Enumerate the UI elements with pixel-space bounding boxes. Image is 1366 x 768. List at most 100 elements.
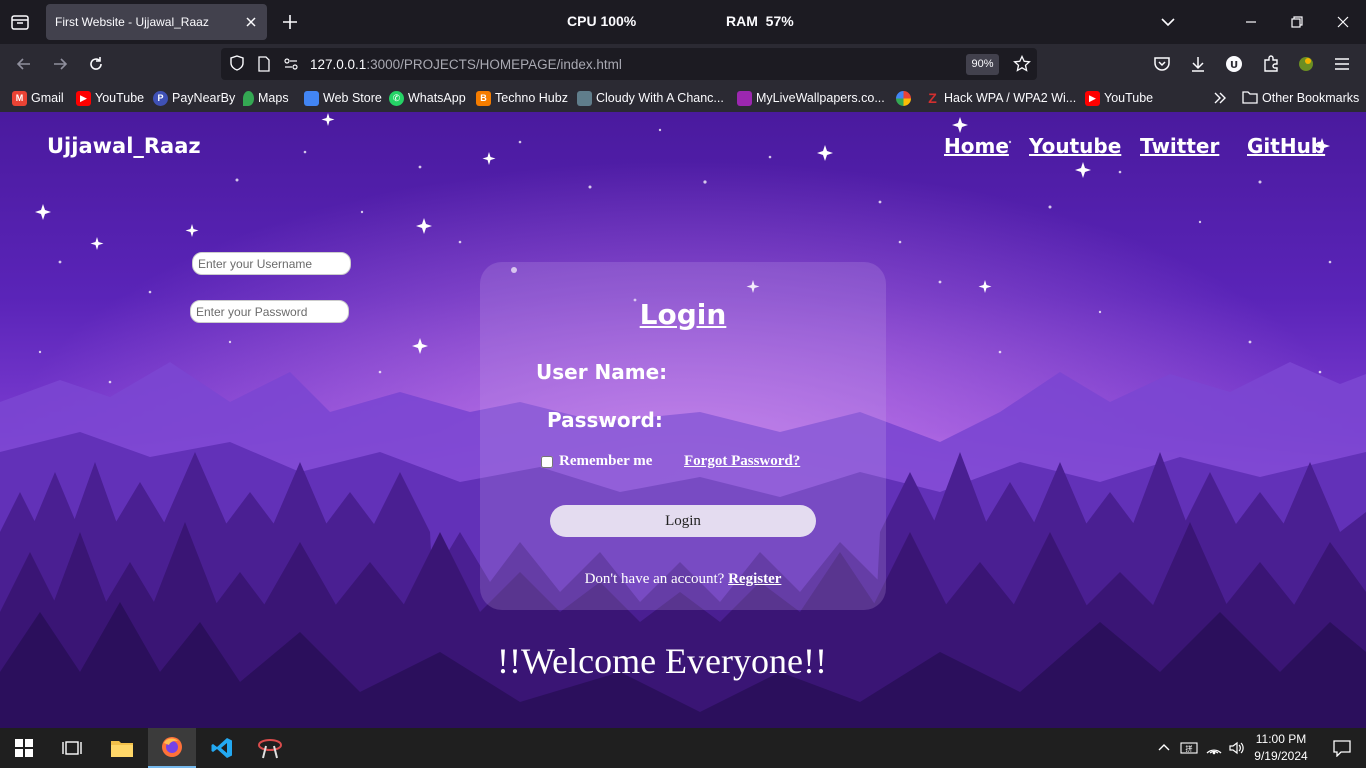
bookmark-maps[interactable]: Maps [243,89,289,107]
bookmark-youtube[interactable]: ▶ YouTube [76,89,144,107]
file-explorer-icon[interactable] [98,728,146,768]
no-account-text: Don't have an account? [584,571,729,587]
snipping-tool-icon[interactable] [246,728,294,768]
volume-icon[interactable] [1226,728,1248,768]
more-bookmarks-chevron-icon[interactable] [1212,89,1228,107]
site-logo-name: Ujjawal_Raaz [47,134,201,158]
login-title: Login [639,298,727,331]
bookmark-mylivewallpapers[interactable]: MyLiveWallpapers.co... [737,89,885,107]
bookmark-cloudy[interactable]: Cloudy With A Chanc... [577,89,724,107]
ublock-extension-icon[interactable]: U [1224,54,1244,74]
bookmark-label: Hack WPA / WPA2 Wi... [944,91,1077,105]
cpu-usage: CPU 100% [567,13,637,29]
tracking-shield-icon[interactable] [228,54,246,77]
reload-icon[interactable] [86,54,106,74]
register-prompt: Don't have an account? Register [480,571,886,588]
active-tab[interactable]: First Website - Ujjawal_Raaz [46,4,267,40]
bookmark-techno-hubz[interactable]: B Techno Hubz [476,89,568,107]
downloads-icon[interactable] [1188,54,1208,74]
ram-usage: RAM 57% [726,13,794,29]
forward-arrow-icon[interactable] [50,54,70,74]
remember-me-label: Remember me [559,453,653,469]
list-all-tabs-icon[interactable] [1158,12,1178,32]
url-text[interactable]: 127.0.0.1:3000/PROJECTS/HOMEPAGE/index.h… [310,57,622,72]
folder-icon [1242,90,1258,107]
pinwheel-icon [896,90,911,106]
url-bar[interactable]: 127.0.0.1:3000/PROJECTS/HOMEPAGE/index.h… [221,48,1037,80]
bookmark-label: YouTube [1104,91,1154,105]
svg-text:拼: 拼 [1186,744,1193,753]
webstore-icon [304,90,319,106]
bookmark-label: Web Store [323,91,382,105]
bookmark-hack-wpa[interactable]: Z Hack WPA / WPA2 Wi... [925,89,1076,107]
wallpaper-icon [737,90,752,106]
nav-home-link[interactable]: Home [944,134,1009,158]
system-clock[interactable]: 11:00 PM 9/19/2024 [1252,731,1310,765]
bookmark-web-store[interactable]: Web Store [304,89,382,107]
username-input[interactable] [192,252,351,275]
bookmark-label: Techno Hubz [495,91,568,105]
url-path: :3000/PROJECTS/HOMEPAGE/index.html [366,57,622,72]
show-hidden-icons-chevron-icon[interactable] [1152,728,1176,768]
bookmark-label: WhatsApp [408,91,466,105]
svg-text:U: U [1230,60,1238,71]
permissions-icon[interactable] [283,56,299,77]
other-bookmarks-label: Other Bookmarks [1262,91,1360,105]
firefox-icon[interactable] [148,728,196,768]
bookmark-label: Maps [258,91,289,105]
paynearby-icon: P [153,90,168,106]
hamburger-menu-icon[interactable] [1332,54,1352,74]
whatsapp-icon: ✆ [389,90,404,106]
vscode-icon[interactable] [198,728,246,768]
task-view-icon[interactable] [48,728,96,768]
bookmark-label: MyLiveWallpapers.co... [756,91,885,105]
page-info-icon[interactable] [256,55,272,78]
bookmark-star-icon[interactable] [1013,54,1031,78]
account-extension-icon[interactable] [1296,54,1316,74]
restore-icon[interactable] [1287,12,1307,32]
tab-list-icon[interactable] [10,12,30,32]
bookmark-pinwheel[interactable] [896,89,911,107]
nav-github-link[interactable]: GitHub [1247,134,1325,158]
nav-twitter-link[interactable]: Twitter [1140,134,1219,158]
password-input[interactable] [190,300,349,323]
zoom-level-badge[interactable]: 90% [966,54,999,75]
login-button[interactable]: Login [550,505,816,537]
login-card: Login User Name: Password: Remember me F… [190,252,886,610]
clock-time: 11:00 PM [1255,732,1307,746]
nav-youtube-link[interactable]: Youtube [1029,134,1121,158]
wifi-icon[interactable] [1203,728,1225,768]
bookmark-gmail[interactable]: M Gmail [12,89,64,107]
forgot-password-link[interactable]: Forgot Password? [684,453,800,470]
minimize-icon[interactable] [1241,12,1261,32]
youtube-icon: ▶ [1085,90,1100,106]
password-label: Password: [547,408,663,432]
blogger-icon: B [476,90,491,106]
pocket-icon[interactable] [1152,54,1172,74]
bookmarks-toolbar: M Gmail ▶ YouTube P PayNearBy Maps Web Stor… [0,84,1366,112]
bookmark-label: PayNearBy [172,91,236,105]
remember-me-checkbox[interactable] [541,456,553,468]
ime-language-icon[interactable]: 拼 [1178,728,1200,768]
url-host: 127.0.0.1 [310,57,367,72]
tab-bar: First Website - Ujjawal_Raaz CPU 100% RA… [0,0,1366,44]
youtube-icon: ▶ [76,90,91,106]
new-tab-icon[interactable] [280,12,300,32]
tab-title: First Website - Ujjawal_Raaz [55,15,209,29]
close-window-icon[interactable] [1333,12,1353,32]
back-arrow-icon[interactable] [14,54,34,74]
register-link[interactable]: Register [728,571,781,587]
navigation-toolbar: 127.0.0.1:3000/PROJECTS/HOMEPAGE/index.h… [0,44,1366,84]
bookmark-whatsapp[interactable]: ✆ WhatsApp [389,89,466,107]
page-viewport: Ujjawal_Raaz Home Youtube Twitter GitHub… [0,112,1366,728]
bookmark-youtube-2[interactable]: ▶ YouTube [1085,89,1153,107]
z-icon: Z [928,90,937,106]
username-label: User Name: [536,360,668,384]
other-bookmarks[interactable]: Other Bookmarks [1242,89,1359,107]
notification-center-icon[interactable] [1318,728,1366,768]
extensions-puzzle-icon[interactable] [1261,54,1281,74]
close-tab-icon[interactable] [243,14,259,30]
windows-start-icon[interactable] [0,728,48,768]
cloudy-icon [577,90,592,106]
bookmark-paynearby[interactable]: P PayNearBy [153,89,235,107]
